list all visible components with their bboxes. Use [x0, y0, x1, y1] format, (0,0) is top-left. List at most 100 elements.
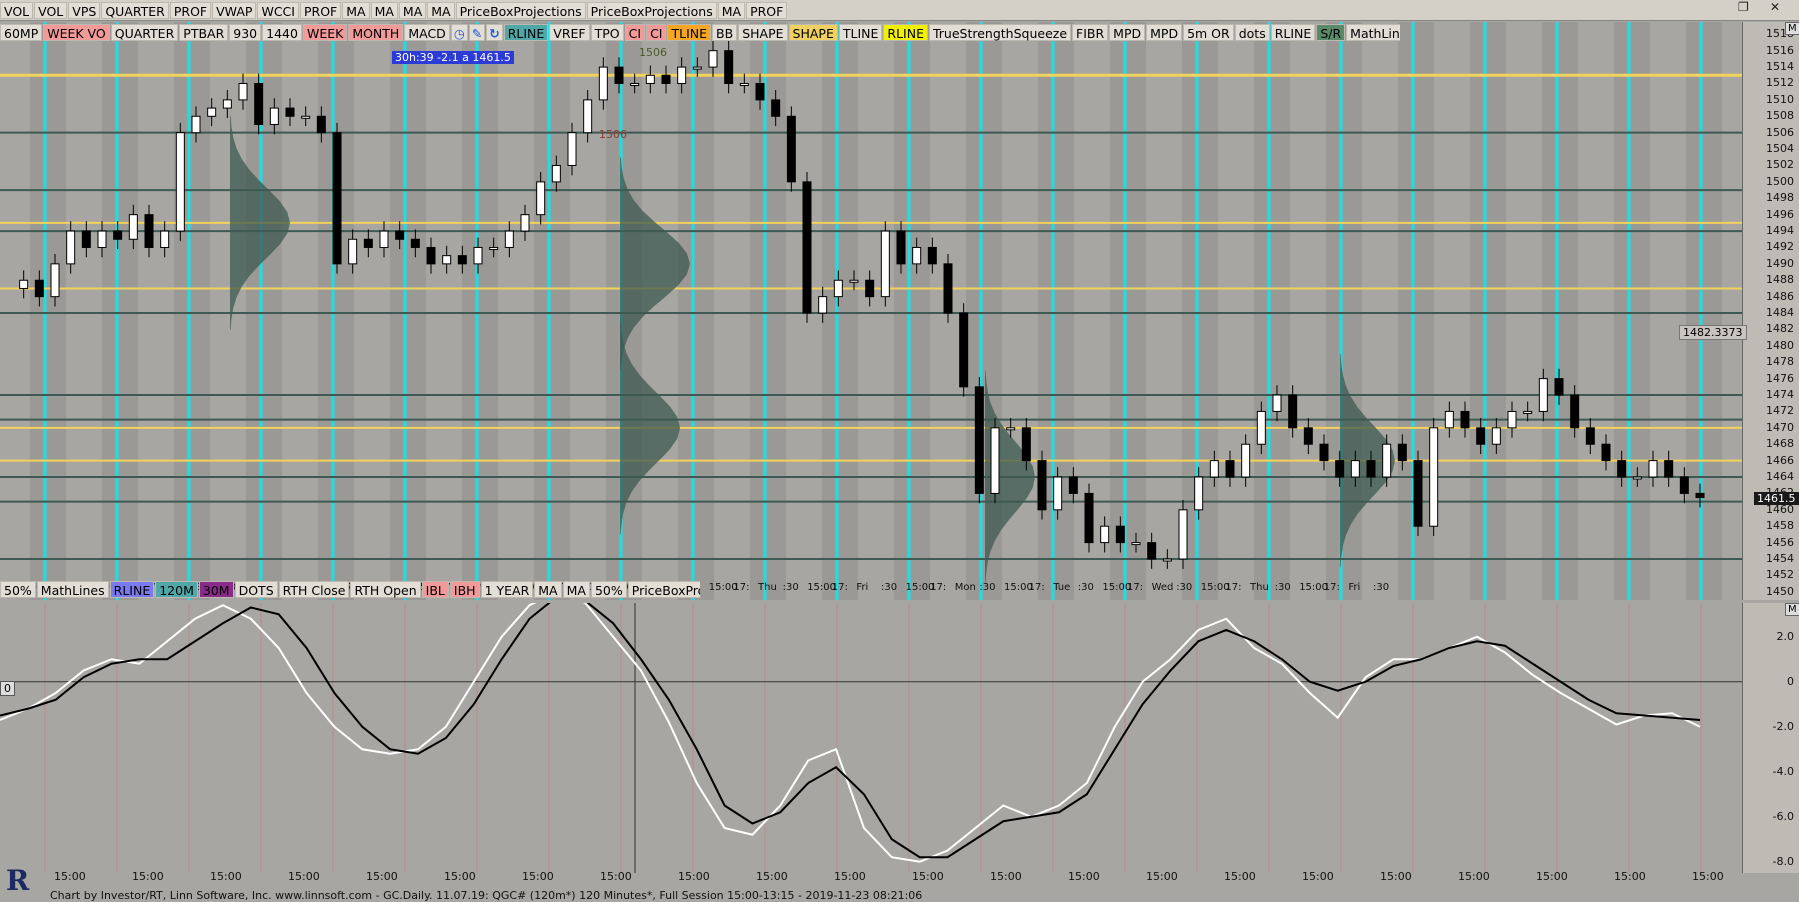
- candlestick-chart[interactable]: 15:0017:Tue:3015:0017:Wed:3015:0017:Thu:…: [0, 22, 1742, 600]
- candle-body: [1131, 542, 1141, 546]
- time-tick-label: 15:00: [600, 870, 632, 883]
- row2-button[interactable]: SHAPE: [788, 23, 838, 41]
- row2-button[interactable]: MPD: [1109, 23, 1146, 41]
- top-button[interactable]: PROF: [169, 1, 212, 19]
- maximize-panel-button-top[interactable]: M: [1785, 22, 1799, 35]
- row2-button[interactable]: QUARTER: [110, 23, 179, 41]
- row2-button[interactable]: TLINE: [838, 23, 883, 41]
- row2-button[interactable]: TLINE: [667, 23, 712, 41]
- top-button[interactable]: MA: [717, 1, 746, 19]
- clock-icon[interactable]: ◷: [450, 23, 468, 41]
- candle-body: [974, 386, 984, 494]
- row2-button[interactable]: MathLines: [1346, 23, 1400, 41]
- price-annotation-tag: 1482.3373: [1679, 325, 1747, 340]
- candle-body: [1444, 410, 1454, 429]
- top-button[interactable]: MA: [398, 1, 427, 19]
- restore-icon[interactable]: ❐: [1738, 0, 1749, 14]
- lower-button[interactable]: 50%: [590, 580, 627, 598]
- row2-button[interactable]: WEEK: [302, 23, 348, 41]
- row2-button[interactable]: CI: [624, 23, 646, 41]
- pencil-icon[interactable]: ✎: [468, 23, 486, 41]
- refresh-icon[interactable]: ↻: [486, 23, 503, 41]
- time-tick-label: 15:00: [522, 870, 554, 883]
- candle-body: [818, 296, 828, 314]
- session-shade: [534, 22, 570, 600]
- lower-button[interactable]: 120M: [155, 580, 198, 598]
- oscillator-chart[interactable]: [0, 590, 1742, 873]
- top-button[interactable]: PROF: [299, 1, 342, 19]
- row2-button[interactable]: FIBR: [1072, 23, 1109, 41]
- price-tick-label: 1454: [1766, 552, 1794, 565]
- lower-button[interactable]: RTH Open: [350, 580, 421, 598]
- candle-body: [1350, 460, 1360, 478]
- row2-button[interactable]: TPO: [590, 23, 624, 41]
- price-chart-panel[interactable]: 15:0017:Tue:3015:0017:Wed:3015:0017:Thu:…: [0, 22, 1742, 600]
- row2-button[interactable]: 930: [229, 23, 262, 41]
- row2-button[interactable]: 5m OR: [1183, 23, 1234, 41]
- time-tick-label: 15:00: [1302, 870, 1334, 883]
- lower-button[interactable]: RLINE: [109, 580, 155, 598]
- price-tick-label: 1464: [1766, 470, 1794, 484]
- candle-body: [1695, 492, 1705, 499]
- row2-button[interactable]: dots: [1234, 23, 1270, 41]
- lower-button[interactable]: RTH Close: [278, 580, 350, 598]
- top-button[interactable]: VPS: [68, 1, 101, 19]
- row2-button[interactable]: RLINE: [883, 23, 928, 41]
- row2-button[interactable]: MPD: [1146, 23, 1183, 41]
- lower-button[interactable]: 30M: [198, 580, 234, 598]
- time-tick-label: 15:00: [366, 870, 398, 883]
- row2-button[interactable]: MACD: [404, 23, 450, 41]
- row2-button[interactable]: RLINE: [1270, 23, 1316, 41]
- maximize-panel-button[interactable]: M: [1785, 603, 1799, 616]
- row2-button[interactable]: PTBAR: [179, 23, 229, 41]
- row2-button[interactable]: TrueStrengthSqueeze: [928, 23, 1072, 41]
- tsi-oscillator-panel[interactable]: [0, 590, 1742, 873]
- candle-body: [19, 279, 29, 289]
- lower-button[interactable]: IBL: [421, 580, 449, 598]
- row2-button[interactable]: VREF: [549, 23, 590, 41]
- row2-button[interactable]: 1440: [262, 23, 302, 41]
- row2-button[interactable]: RLINE: [503, 23, 549, 41]
- close-icon[interactable]: ✕: [1770, 0, 1780, 14]
- price-time-label: :30: [1078, 582, 1094, 593]
- candle-body: [81, 230, 91, 248]
- price-tick-label: 1482: [1766, 322, 1794, 336]
- top-button[interactable]: QUARTER: [101, 1, 169, 19]
- price-tick-label: 1506: [1766, 125, 1794, 139]
- candle-body: [802, 181, 812, 314]
- lower-button[interactable]: 1 YEAR: [480, 580, 534, 598]
- row2-button[interactable]: MONTH: [348, 23, 404, 41]
- row2-button[interactable]: S/R: [1316, 23, 1346, 41]
- top-button[interactable]: MA: [427, 1, 455, 19]
- lower-button[interactable]: MA: [562, 580, 590, 598]
- candle-body: [677, 66, 687, 84]
- lower-button[interactable]: MathLines: [36, 580, 109, 598]
- price-time-label: :30: [783, 582, 799, 593]
- top-button[interactable]: VWAP: [212, 1, 257, 19]
- lower-button[interactable]: DOTS: [234, 580, 278, 598]
- osc-tick-label: -6.0: [1772, 809, 1794, 823]
- candle-body: [269, 107, 279, 125]
- candle-body: [1679, 476, 1689, 494]
- row2-button[interactable]: WEEK VO: [43, 23, 110, 41]
- top-button[interactable]: PriceBoxProjections: [586, 1, 717, 19]
- top-button[interactable]: PriceBoxProjections: [455, 1, 586, 19]
- candle-body: [332, 132, 342, 265]
- top-button[interactable]: VOL: [0, 1, 34, 19]
- row2-button[interactable]: BB: [712, 23, 738, 41]
- top-button[interactable]: WCCI: [257, 1, 299, 19]
- top-button[interactable]: VOL: [34, 1, 68, 19]
- lower-button[interactable]: IBH: [449, 580, 480, 598]
- lower-button[interactable]: MA: [534, 580, 562, 598]
- price-time-label: 17:: [1127, 582, 1143, 593]
- row2-button[interactable]: 60MP: [0, 23, 43, 41]
- lower-button[interactable]: PriceBoxProjections: [627, 580, 700, 598]
- top-button[interactable]: MA: [342, 1, 370, 19]
- time-tick-label: 15:00: [1458, 870, 1490, 883]
- top-button[interactable]: MA: [370, 1, 398, 19]
- candle-body: [1507, 410, 1517, 429]
- lower-button[interactable]: 50%: [0, 580, 36, 598]
- row2-button[interactable]: SHAPE: [738, 23, 788, 41]
- row2-button[interactable]: CI: [646, 23, 667, 41]
- top-button[interactable]: PROF: [746, 1, 788, 19]
